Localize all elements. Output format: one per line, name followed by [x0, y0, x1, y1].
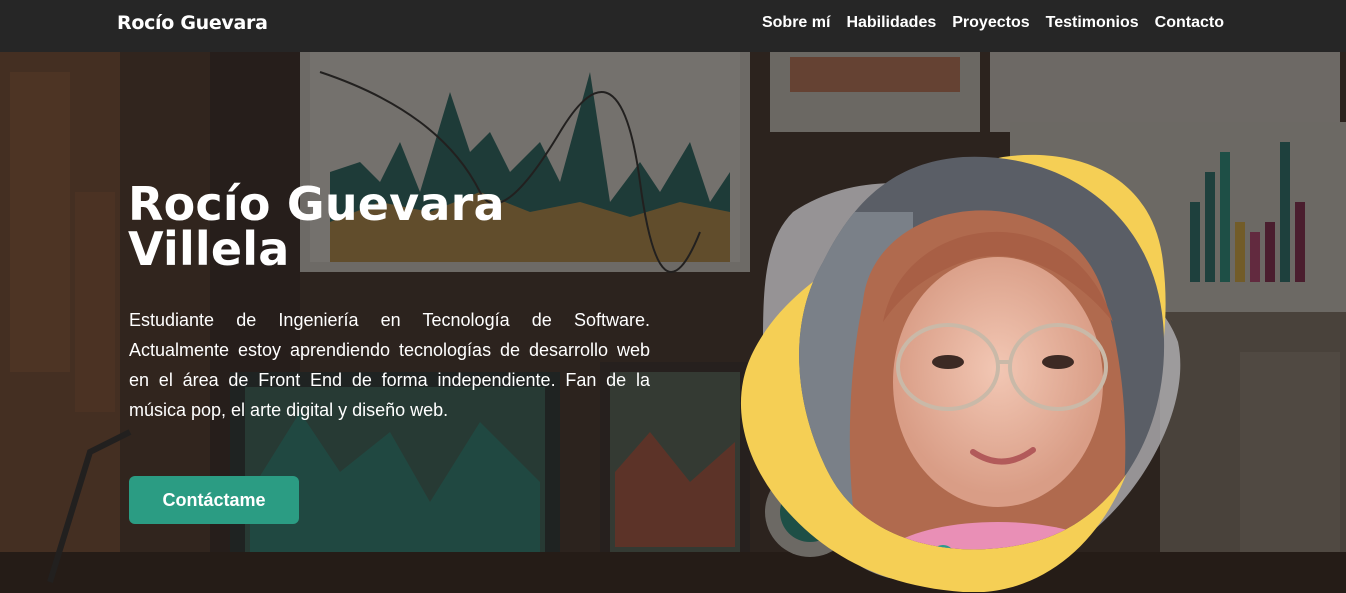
hero-title: Rocío Guevara Villela [128, 181, 548, 272]
brand-logo[interactable]: Rocío Guevara [117, 12, 268, 34]
nav-menu: Sobre mí Habilidades Proyectos Testimoni… [762, 14, 1224, 32]
profile-photo-frame [741, 154, 1181, 592]
hero-section: Rocío Guevara Villela Estudiante de Inge… [0, 52, 1346, 593]
nav-link-testimonios[interactable]: Testimonios [1046, 14, 1139, 32]
nav-link-proyectos[interactable]: Proyectos [952, 14, 1029, 32]
nav-link-habilidades[interactable]: Habilidades [846, 14, 936, 32]
nav-link-contacto[interactable]: Contacto [1155, 14, 1224, 32]
navbar: Rocío Guevara Sobre mí Habilidades Proye… [0, 0, 1346, 52]
hero-description: Estudiante de Ingeniería en Tecnología d… [129, 310, 650, 420]
nav-link-sobre-mi[interactable]: Sobre mí [762, 14, 830, 32]
hero-title-line-2: Villela [128, 222, 290, 276]
contact-me-button[interactable]: Contáctame [129, 476, 299, 524]
